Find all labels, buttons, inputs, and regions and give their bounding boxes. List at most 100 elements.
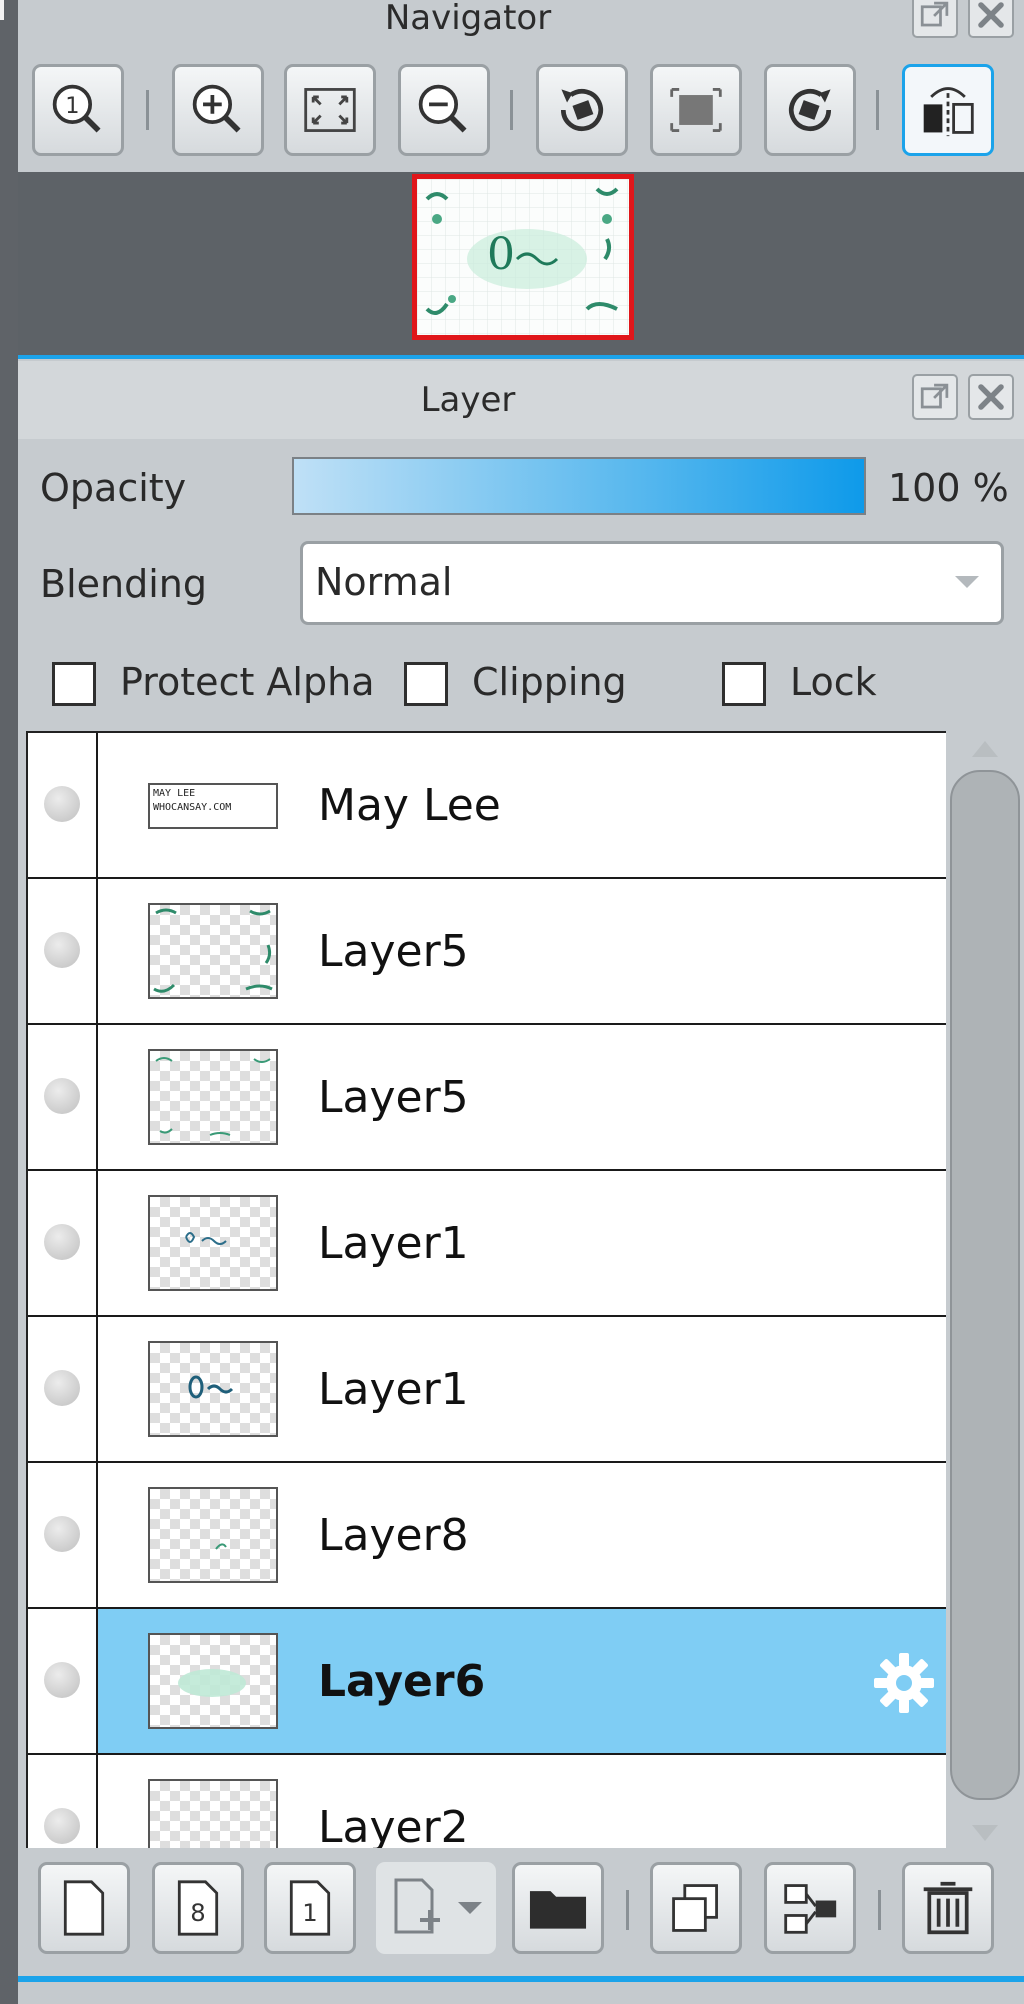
bit-depth-label: 8 [190, 1898, 205, 1927]
layer-name: Layer1 [318, 1218, 469, 1269]
layer-row[interactable]: Layer8 [28, 1463, 948, 1609]
left-edge-strip [0, 0, 18, 2004]
blending-select-value: Normal [315, 560, 453, 604]
layer-name: Layer8 [318, 1510, 469, 1561]
visibility-toggle[interactable] [44, 786, 80, 822]
layer-row[interactable]: Layer1 [28, 1317, 948, 1463]
layer-name: May Lee [318, 780, 501, 831]
zoom-out-icon [418, 84, 467, 133]
layer-name: Layer2 [318, 1802, 469, 1851]
layer-row[interactable]: Layer2 [28, 1755, 948, 1851]
layer-panel-title: Layer [420, 380, 516, 420]
layer-name: Layer1 [318, 1364, 469, 1415]
visibility-toggle[interactable] [44, 1224, 80, 1260]
layer-thumbnail [148, 1049, 278, 1145]
toolbar-separator [510, 90, 513, 130]
zoom-out-button[interactable] [398, 64, 490, 156]
layer-name: Layer5 [318, 926, 469, 977]
visibility-toggle[interactable] [44, 1370, 80, 1406]
layer-row[interactable]: Layer1 [28, 1171, 948, 1317]
scroll-down-icon[interactable] [968, 1821, 1002, 1845]
toolbar-separator [878, 1890, 881, 1930]
toolbar-separator [626, 1890, 629, 1930]
layer-row[interactable]: Layer5 [28, 879, 948, 1025]
trash-icon [923, 1881, 973, 1935]
navigator-popout-button[interactable] [912, 0, 958, 38]
flip-horizontal-button[interactable] [902, 64, 994, 156]
layer-row-selected[interactable]: Layer6 [28, 1609, 948, 1755]
new-1bit-layer-icon: 1 [289, 1880, 331, 1936]
layer-row[interactable]: Layer5 [28, 1025, 948, 1171]
bit-depth-label: 1 [302, 1898, 317, 1927]
merge-down-icon [784, 1884, 837, 1934]
layer-thumbnail [148, 1487, 278, 1583]
chevron-down-icon [955, 576, 979, 588]
close-icon [978, 384, 1004, 410]
svg-text:1: 1 [65, 93, 79, 119]
layer-row[interactable]: MAY LEE WHOCANSAY.COM May Lee [28, 733, 948, 879]
blending-select[interactable]: Normal [300, 541, 1004, 625]
new-layer-icon [63, 1880, 105, 1936]
opacity-value: 100 % [888, 466, 1009, 510]
layer-popout-button[interactable] [912, 374, 958, 420]
rotate-right-icon [789, 89, 832, 132]
flip-horizontal-icon [923, 87, 974, 137]
lock-label: Lock [790, 660, 877, 704]
layer-close-button[interactable] [968, 374, 1014, 420]
new-8bit-layer-button[interactable]: 8 [152, 1862, 244, 1954]
scrollbar-thumb[interactable] [950, 770, 1020, 1800]
navigator-canvas-preview[interactable]: 0 [412, 174, 634, 340]
lock-checkbox[interactable] [722, 662, 766, 706]
fit-screen-button[interactable] [284, 64, 376, 156]
zoom-actual-icon: 1 [52, 84, 101, 133]
duplicate-layer-button[interactable] [650, 1862, 742, 1954]
merge-down-button[interactable] [764, 1862, 856, 1954]
visibility-toggle[interactable] [44, 1516, 80, 1552]
opacity-label: Opacity [40, 466, 187, 510]
duplicate-layer-icon [672, 1884, 718, 1932]
toolbar-separator [146, 90, 149, 130]
layer-thumbnail [148, 1633, 278, 1729]
navigator-title: Navigator [384, 0, 552, 38]
visibility-toggle[interactable] [44, 932, 80, 968]
add-layer-dropdown-icon [394, 1878, 482, 1934]
popout-icon [920, 383, 949, 409]
clipping-label: Clipping [472, 660, 627, 704]
zoom-in-button[interactable] [172, 64, 264, 156]
toolbar-separator [876, 90, 879, 130]
layer-name: Layer6 [318, 1656, 486, 1707]
clipping-checkbox[interactable] [404, 662, 448, 706]
add-layer-dropdown-button[interactable] [376, 1862, 496, 1954]
new-layer-button[interactable] [38, 1862, 130, 1954]
visibility-toggle[interactable] [44, 1662, 80, 1698]
rotate-right-button[interactable] [764, 64, 856, 156]
protect-alpha-checkbox[interactable] [52, 662, 96, 706]
layer-thumbnail [148, 1195, 278, 1291]
layer-settings-gear-icon[interactable] [870, 1649, 938, 1717]
panel-divider-bottom [18, 1976, 1024, 1982]
panel-divider [18, 355, 1024, 359]
popout-icon [920, 1, 949, 27]
layer-thumbnail [148, 1341, 278, 1437]
rotate-left-button[interactable] [536, 64, 628, 156]
layer-thumbnail [148, 1779, 278, 1851]
thumbnail-text-line: MAY LEE [153, 788, 196, 799]
reset-view-button[interactable] [650, 64, 742, 156]
layer-thumbnail: MAY LEE WHOCANSAY.COM [148, 783, 278, 829]
scroll-up-icon[interactable] [968, 737, 1002, 761]
zoom-actual-button[interactable]: 1 [32, 64, 124, 156]
delete-layer-button[interactable] [902, 1862, 994, 1954]
rotate-left-icon [560, 89, 603, 132]
zoom-in-icon [192, 84, 241, 133]
visibility-toggle[interactable] [44, 1078, 80, 1114]
opacity-slider[interactable] [292, 457, 866, 515]
navigator-close-button[interactable] [968, 0, 1014, 38]
blending-label: Blending [40, 562, 207, 606]
close-icon [978, 2, 1004, 28]
new-folder-button[interactable] [512, 1862, 604, 1954]
new-folder-icon [529, 1891, 587, 1929]
new-1bit-layer-button[interactable]: 1 [264, 1862, 356, 1954]
reset-view-icon [670, 88, 722, 132]
visibility-toggle[interactable] [44, 1808, 80, 1844]
new-8bit-layer-icon: 8 [177, 1880, 219, 1936]
